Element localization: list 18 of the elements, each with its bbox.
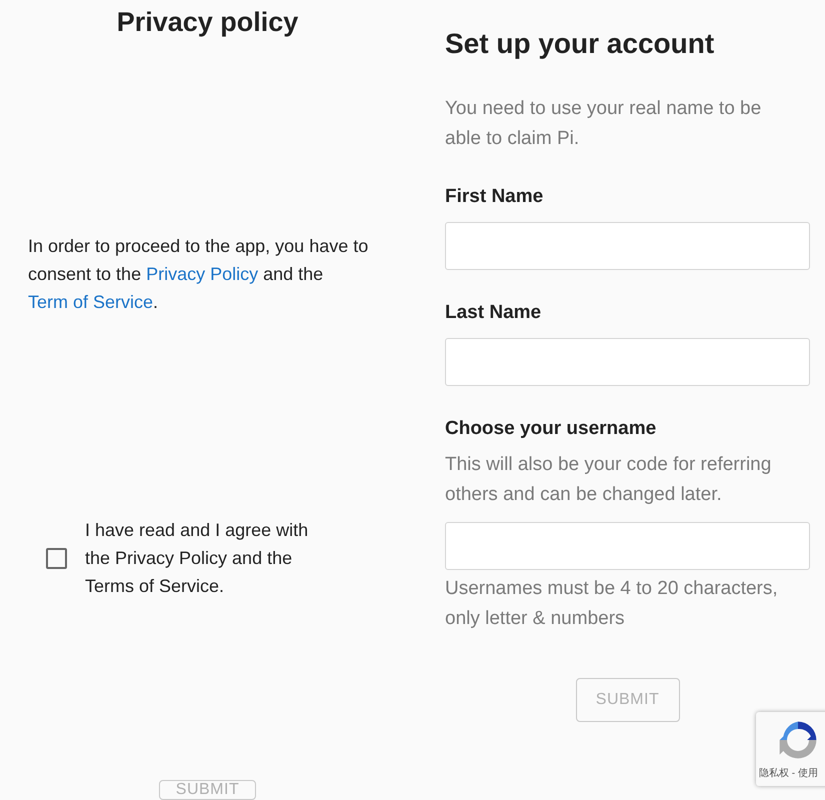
field-label: First Name [445,185,544,209]
input-field[interactable] [445,222,810,270]
recaptcha-badge[interactable]: 隐私权 - 使用 [756,712,825,786]
field-hint: This will also be your code for referring others and can be changed later. [445,453,772,507]
input-field[interactable] [445,338,810,386]
account-title: Set up your account [445,27,716,61]
recaptcha-links[interactable]: 隐私权 - 使用 [759,766,818,780]
agree-label: I have read and I agree with the Privacy Policy and the Terms of Service. [85,519,310,598]
privacy-title: Privacy policy [116,6,298,39]
agree-checkbox[interactable] [46,548,67,568]
field-label: Choose your username [445,417,658,441]
intro-text: You need to use your real name to be able to claim Pi. [445,97,762,151]
field-label: Last Name [445,301,542,325]
consent-text: In order to proceed to the app, you have to consent to the Privacy Policy and the Term of Service. [28,235,370,314]
policy-link[interactable]: Term of Service [28,292,154,312]
input-field[interactable] [445,522,810,570]
policy-link[interactable]: Privacy Policy [146,264,258,284]
field-help: Usernames must be 4 to 20 characters, only letter & numbers [445,577,779,631]
